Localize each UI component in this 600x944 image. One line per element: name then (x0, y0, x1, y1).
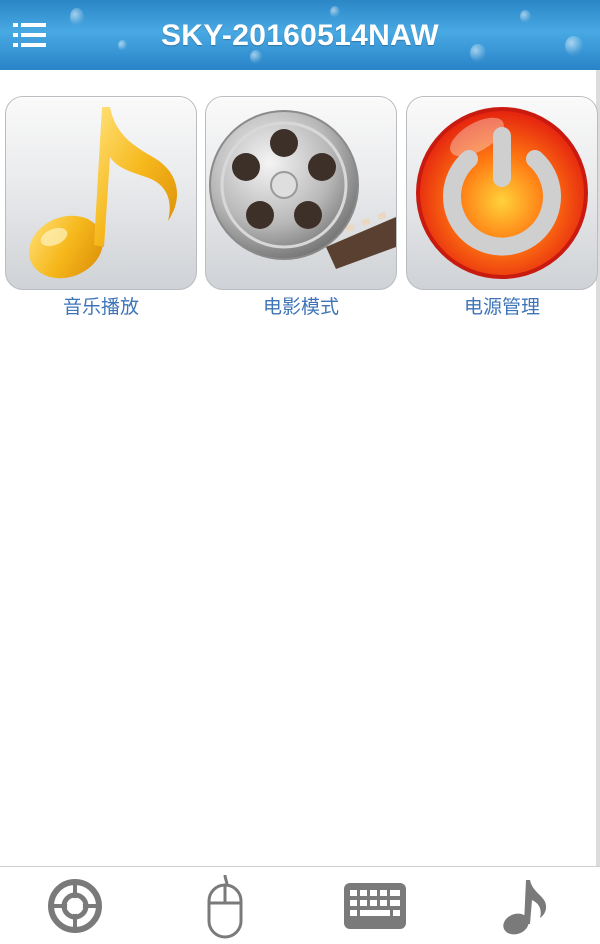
water-drop-decoration (565, 36, 583, 56)
movie-mode-tile[interactable]: 电影模式 (205, 96, 397, 324)
mouse-icon (207, 874, 243, 939)
nav-music-button[interactable] (450, 867, 600, 944)
header-bar: SKY-20160514NAW (0, 0, 600, 70)
music-note-icon (29, 107, 178, 279)
music-note-icon (503, 880, 547, 935)
page-title: SKY-20160514NAW (161, 19, 439, 52)
nav-keyboard-button[interactable] (300, 867, 450, 944)
menu-list-icon (13, 23, 46, 47)
power-management-card (406, 96, 598, 290)
movie-mode-card (205, 96, 397, 290)
keyboard-icon (344, 883, 406, 929)
water-drop-decoration (250, 50, 262, 64)
power-management-label: 电源管理 (463, 296, 540, 318)
app-screen: SKY-20160514NAW 音乐播放 电影模式 电源管理 (0, 0, 600, 944)
water-drop-decoration (118, 40, 127, 51)
bottom-nav-bar (0, 866, 600, 944)
film-reel-icon (209, 110, 396, 269)
music-play-card (5, 96, 197, 290)
water-drop-decoration (470, 44, 486, 62)
water-drop-decoration (70, 8, 84, 26)
remote-dpad-icon (48, 879, 102, 933)
nav-mouse-button[interactable] (150, 867, 300, 944)
nav-remote-button[interactable] (0, 867, 150, 944)
music-play-label: 音乐播放 (62, 296, 139, 318)
water-drop-decoration (330, 6, 340, 18)
power-icon (416, 107, 588, 279)
water-drop-decoration (520, 10, 531, 23)
movie-mode-label: 电影模式 (262, 296, 339, 318)
music-play-tile[interactable]: 音乐播放 (5, 96, 197, 324)
power-management-tile[interactable]: 电源管理 (406, 96, 598, 324)
menu-button[interactable] (12, 20, 48, 50)
